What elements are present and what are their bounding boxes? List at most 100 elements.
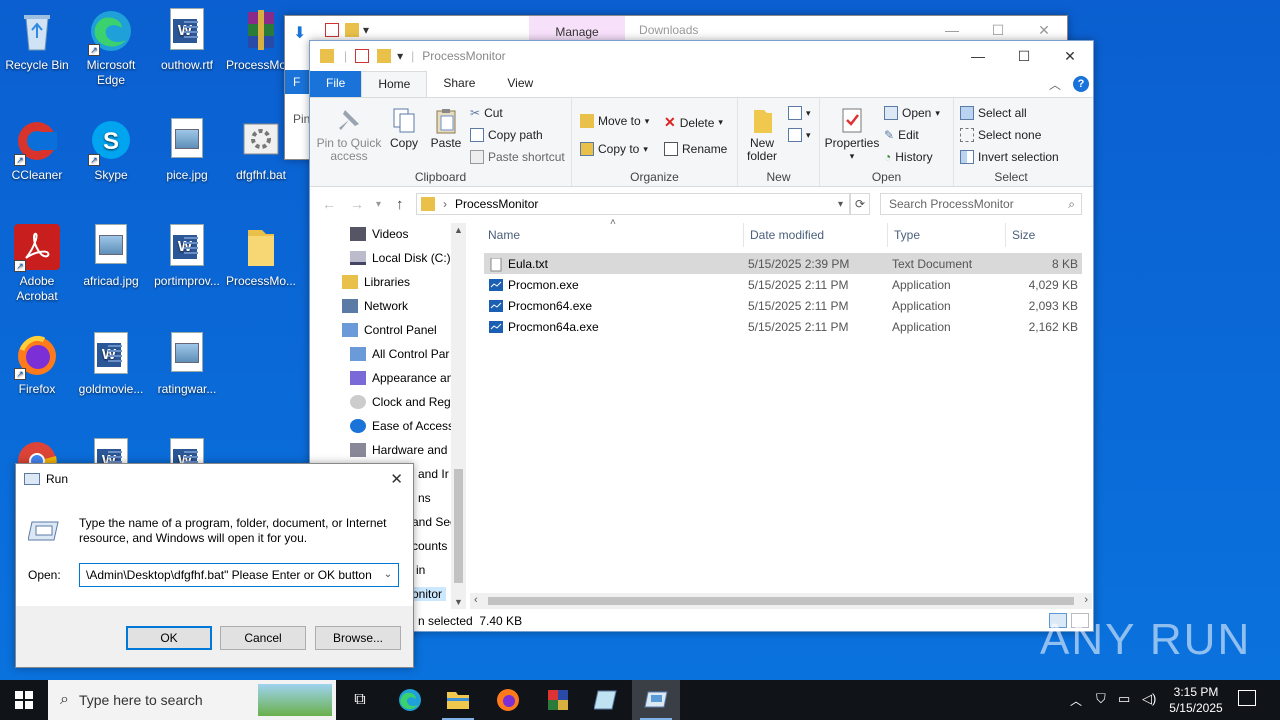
tree-item-all-control-panel[interactable]: All Control Par: [350, 347, 449, 361]
new-folder-button[interactable]: New folder: [742, 106, 782, 163]
copy-to-button[interactable]: Copy to ▾: [580, 142, 648, 156]
column-date-modified[interactable]: Date modified: [744, 223, 888, 247]
network-icon[interactable]: ▭: [1118, 691, 1130, 707]
quick-access-dropdown[interactable]: ▾: [397, 49, 403, 63]
taskbar-search-box[interactable]: ⌕ Type here to search: [48, 680, 336, 720]
tree-item-partial-4[interactable]: counts: [412, 539, 447, 553]
paste-shortcut-button[interactable]: Paste shortcut: [470, 150, 565, 164]
tab-home[interactable]: Home: [361, 71, 428, 97]
help-icon[interactable]: ?: [1073, 76, 1089, 92]
file-row[interactable]: Eula.txt 5/15/2025 2:39 PM Text Document…: [484, 253, 1082, 274]
invert-selection-button[interactable]: Invert selection: [960, 150, 1059, 164]
maximize-button[interactable]: ☐: [1001, 41, 1047, 71]
quick-access-dropdown[interactable]: ▾: [363, 23, 369, 37]
scroll-down-arrow[interactable]: ▼: [451, 597, 466, 607]
file-row[interactable]: Procmon64a.exe 5/15/2025 2:11 PM Applica…: [484, 316, 1082, 337]
tab-file[interactable]: File: [310, 71, 362, 97]
address-dropdown[interactable]: ▾: [838, 199, 843, 210]
scroll-up-arrow[interactable]: ▲: [451, 225, 466, 235]
paste-button[interactable]: Paste: [426, 106, 466, 150]
edit-button[interactable]: ✎ Edit: [884, 128, 919, 142]
taskbar-notepad[interactable]: [582, 680, 630, 720]
desktop-icon-acrobat[interactable]: ↗ Adobe Acrobat: [0, 224, 74, 304]
tree-item-libraries[interactable]: Libraries: [342, 275, 410, 289]
tree-item-clock[interactable]: Clock and Regi: [350, 395, 453, 409]
properties-button[interactable]: Properties ▾: [824, 106, 880, 163]
new-item-button[interactable]: ▾: [788, 106, 811, 120]
close-button[interactable]: ✕: [1047, 41, 1093, 71]
up-button[interactable]: ↑: [396, 196, 404, 213]
notifications-icon[interactable]: [1238, 690, 1256, 706]
address-bar[interactable]: › ProcessMonitor ▾: [416, 193, 850, 215]
select-all-button[interactable]: Select all: [960, 106, 1027, 120]
explorer-window[interactable]: | ▾ | ProcessMonitor — ☐ ✕ File Home Sha…: [309, 40, 1094, 632]
taskbar-run[interactable]: [632, 680, 680, 720]
open-button[interactable]: Open ▾: [884, 106, 940, 120]
pin-quick-access-button[interactable]: Pin to Quick access: [314, 106, 384, 163]
copy-button[interactable]: Copy: [386, 106, 422, 150]
tab-view[interactable]: View: [491, 71, 549, 97]
tab-share[interactable]: Share: [427, 71, 491, 97]
tree-item-partial-3[interactable]: and Sec: [412, 515, 456, 529]
tree-item-partial-5[interactable]: in: [416, 563, 425, 577]
select-none-button[interactable]: Select none: [960, 128, 1041, 142]
desktop-icon-outhow[interactable]: W outhow.rtf: [150, 8, 224, 73]
move-to-button[interactable]: Move to ▾: [580, 114, 649, 128]
taskbar-winrar[interactable]: [534, 680, 582, 720]
clock[interactable]: 3:15 PM 5/15/2025: [1166, 684, 1226, 716]
refresh-button[interactable]: ⟳: [850, 193, 870, 215]
collapse-ribbon-icon[interactable]: ︿: [1049, 76, 1061, 93]
file-row[interactable]: Procmon64.exe 5/15/2025 2:11 PM Applicat…: [484, 295, 1082, 316]
ok-button[interactable]: OK: [126, 626, 212, 650]
column-type[interactable]: Type: [888, 223, 1006, 247]
properties-quick-icon[interactable]: [355, 49, 370, 63]
tree-item-control-panel[interactable]: Control Panel: [342, 323, 437, 337]
delete-button[interactable]: ✕ Delete ▾: [664, 114, 723, 131]
desktop-icon-portimprov[interactable]: W portimprov...: [150, 224, 224, 289]
tree-item-local-disk[interactable]: Local Disk (C:): [350, 251, 451, 265]
desktop-icon-africad[interactable]: africad.jpg: [74, 224, 148, 289]
tree-item-hardware[interactable]: Hardware and: [350, 443, 447, 457]
taskbar-file-explorer[interactable]: [434, 680, 482, 720]
tree-item-network[interactable]: Network: [342, 299, 408, 313]
copy-path-button[interactable]: Copy path: [470, 128, 543, 142]
scroll-thumb[interactable]: [454, 469, 463, 583]
desktop-icon-processmonitor-folder[interactable]: ProcessMo...: [224, 224, 298, 289]
recent-locations-button[interactable]: ▾: [376, 199, 381, 210]
cut-button[interactable]: ✂ Cut: [470, 106, 503, 120]
open-input[interactable]: \Admin\Desktop\dfgfhf.bat" Please Enter …: [79, 563, 399, 587]
desktop-icon-ccleaner[interactable]: ↗ CCleaner: [0, 118, 74, 183]
browse-button[interactable]: Browse...: [315, 626, 401, 650]
desktop-icon-pice[interactable]: pice.jpg: [150, 118, 224, 183]
tree-scrollbar[interactable]: ▲ ▼: [451, 223, 466, 609]
tree-item-partial-1[interactable]: and Ir: [418, 467, 449, 481]
tree-item-partial-2[interactable]: ns: [418, 491, 431, 505]
desktop-icon-ratingwar[interactable]: ratingwar...: [150, 332, 224, 397]
desktop-icon-edge[interactable]: ↗ Microsoft Edge: [74, 8, 148, 88]
volume-icon[interactable]: ◁): [1142, 691, 1156, 707]
desktop-icon-recycle-bin[interactable]: Recycle Bin: [0, 8, 74, 73]
new-folder-quick-icon[interactable]: [377, 49, 392, 63]
task-view-button[interactable]: ⧉: [336, 680, 384, 720]
tab-file[interactable]: F: [285, 70, 311, 94]
close-button[interactable]: ✕: [390, 470, 403, 488]
file-row[interactable]: Procmon.exe 5/15/2025 2:11 PM Applicatio…: [484, 274, 1082, 295]
tree-item-ease-of-access[interactable]: Ease of Access: [350, 419, 454, 433]
tree-item-videos[interactable]: Videos: [350, 227, 408, 241]
run-dialog[interactable]: Run ✕ Type the name of a program, folder…: [15, 463, 414, 668]
show-hidden-icons-button[interactable]: ︿: [1070, 692, 1082, 709]
desktop-icon-firefox[interactable]: ↗ Firefox: [0, 332, 74, 397]
scroll-right-arrow[interactable]: ›: [1084, 594, 1088, 606]
scroll-left-arrow[interactable]: ‹: [474, 594, 478, 606]
open-dropdown-arrow[interactable]: ⌄: [380, 564, 396, 586]
easy-access-button[interactable]: ▾: [788, 128, 811, 142]
scroll-thumb[interactable]: [488, 597, 1074, 605]
security-icon[interactable]: ⛉: [1096, 691, 1106, 707]
desktop-icon-skype[interactable]: S ↗ Skype: [74, 118, 148, 183]
column-name[interactable]: Name: [482, 223, 744, 247]
cancel-button[interactable]: Cancel: [220, 626, 306, 650]
tree-item-processmonitor[interactable]: onitor: [412, 587, 447, 601]
taskbar-edge[interactable]: [386, 680, 434, 720]
column-size[interactable]: Size: [1006, 223, 1084, 247]
history-button[interactable]: ◔ History: [884, 150, 933, 164]
